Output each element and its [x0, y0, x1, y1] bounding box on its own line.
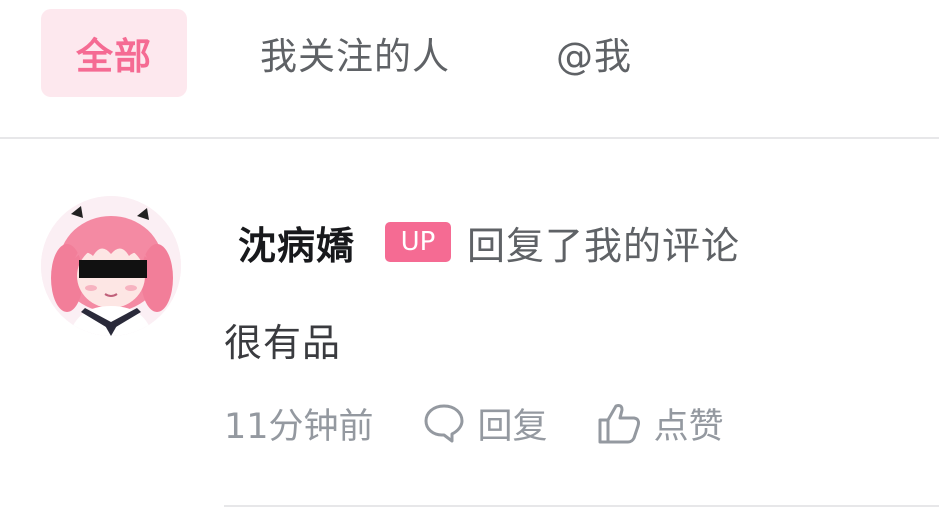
timestamp: 11分钟前: [224, 406, 374, 447]
divider: [224, 505, 939, 507]
tab-bar: 全部 我关注的人 @我: [0, 0, 939, 137]
notification-meta: 11分钟前 回复 点赞: [224, 396, 724, 450]
avatar[interactable]: [41, 196, 181, 336]
notifications-page: 全部 我关注的人 @我 沈病嬌 UP 回复了我的评论 很有品 11分钟前 回复 …: [0, 0, 939, 519]
tab-all[interactable]: 全部: [41, 9, 187, 97]
comment-text[interactable]: 很有品: [224, 312, 341, 367]
thumbs-up-icon: [598, 404, 640, 444]
tab-following[interactable]: 我关注的人: [240, 9, 470, 97]
comment-bubble-icon: [424, 404, 464, 443]
like-label: 点赞: [653, 406, 724, 447]
action-text: 回复了我的评论: [467, 223, 741, 268]
notification-header: 沈病嬌 UP 回复了我的评论: [238, 212, 740, 272]
reply-label: 回复: [477, 406, 548, 447]
tab-mentions[interactable]: @我: [548, 9, 640, 97]
reply-button[interactable]: 回复: [422, 398, 548, 449]
anime-girl-avatar-icon: [41, 196, 181, 336]
divider: [0, 137, 939, 139]
like-button[interactable]: 点赞: [596, 398, 724, 449]
up-badge: UP: [385, 222, 452, 262]
username[interactable]: 沈病嬌: [238, 215, 355, 270]
